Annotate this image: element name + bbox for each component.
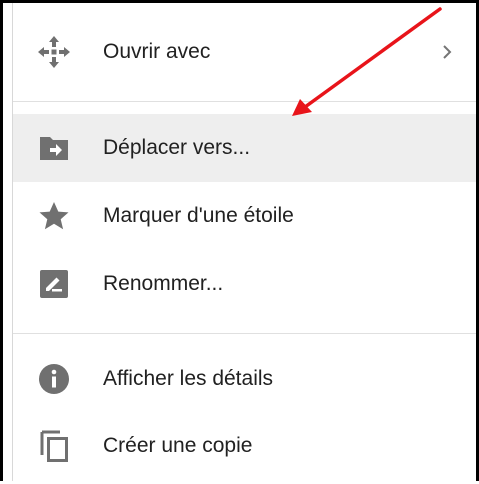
menu-item-move-to[interactable]: Déplacer vers...	[13, 114, 476, 182]
menu-item-make-copy[interactable]: Créer une copie	[13, 413, 476, 479]
menu-item-rename[interactable]: Renommer...	[13, 251, 476, 317]
menu-item-label: Renommer...	[103, 272, 224, 295]
menu-divider	[13, 101, 476, 102]
move-arrows-icon	[36, 34, 72, 70]
menu-item-label: Marquer d'une étoile	[103, 204, 294, 227]
menu-item-star[interactable]: Marquer d'une étoile	[13, 183, 476, 249]
chevron-right-icon	[440, 42, 454, 62]
screenshot-frame: Ouvrir avec Déplacer vers... Marquer d'u…	[0, 0, 479, 481]
menu-item-show-details[interactable]: Afficher les détails	[13, 346, 476, 412]
menu-item-label: Afficher les détails	[103, 367, 274, 390]
menu-item-open-with[interactable]: Ouvrir avec	[13, 19, 476, 85]
info-icon	[36, 361, 72, 397]
star-icon	[36, 198, 72, 234]
menu-divider	[13, 333, 476, 334]
menu-item-label: Ouvrir avec	[103, 40, 211, 63]
copy-icon	[36, 428, 72, 464]
rename-pencil-icon	[36, 266, 72, 302]
menu-item-label: Déplacer vers...	[103, 136, 251, 159]
menu-item-label: Créer une copie	[103, 434, 253, 457]
folder-move-icon	[36, 130, 72, 166]
context-menu: Ouvrir avec Déplacer vers... Marquer d'u…	[12, 3, 476, 481]
